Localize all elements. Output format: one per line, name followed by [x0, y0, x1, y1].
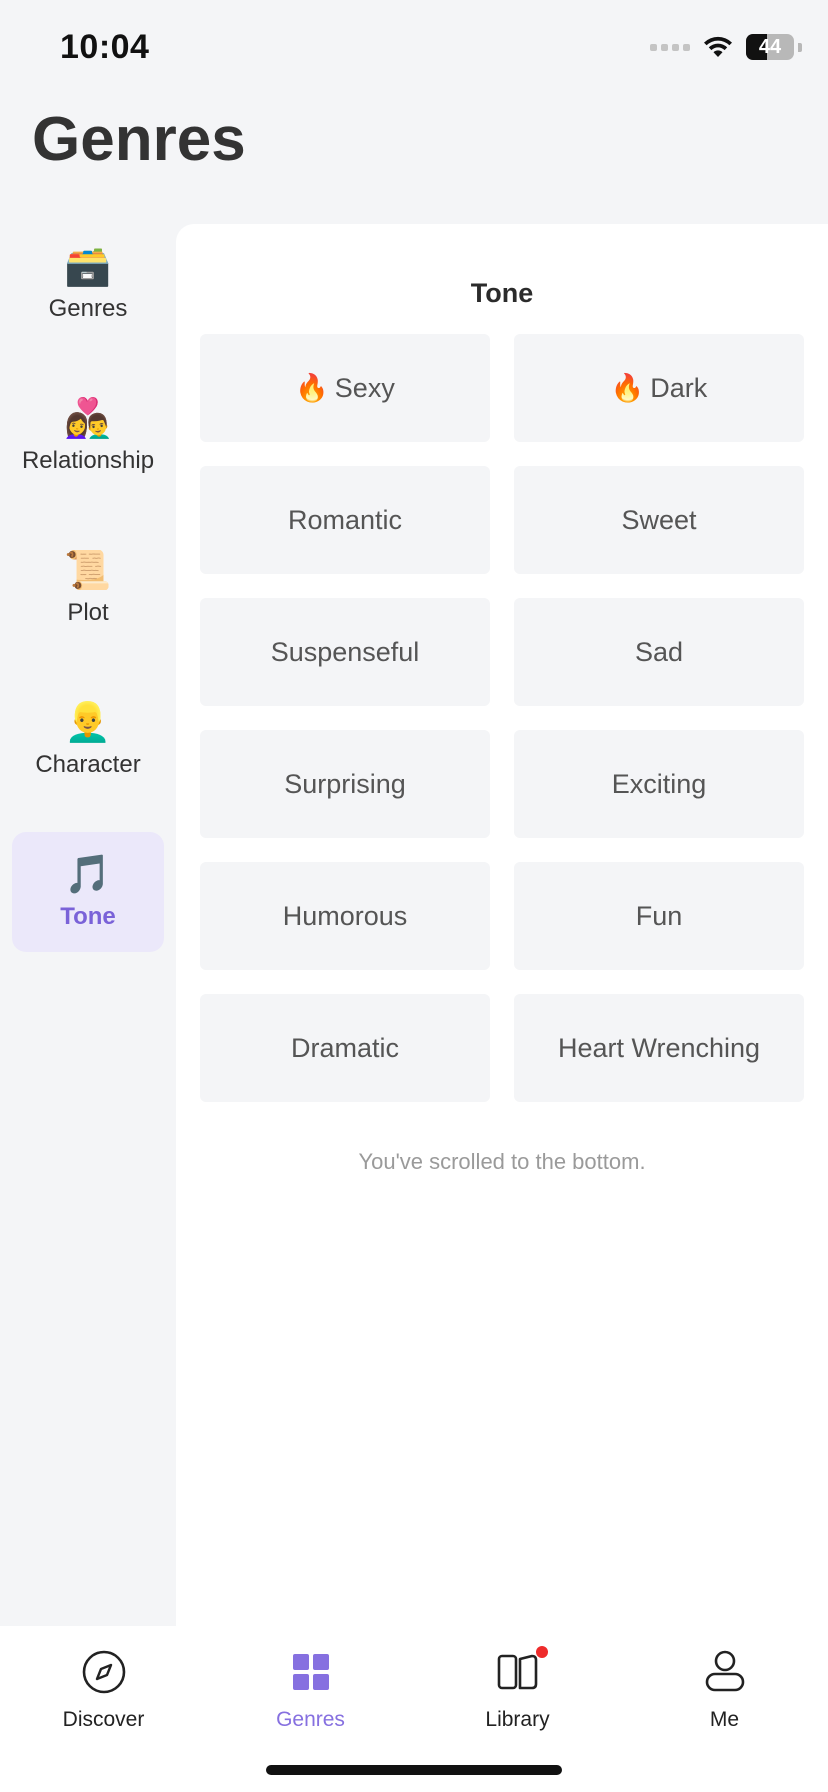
tone-option-humorous[interactable]: Humorous — [200, 862, 490, 970]
page-title: Genres — [32, 105, 246, 174]
tone-option-fun[interactable]: Fun — [514, 862, 804, 970]
sidebar-item-label: Tone — [60, 903, 116, 930]
tab-discover[interactable]: Discover — [0, 1644, 207, 1754]
tone-option-suspenseful[interactable]: Suspenseful — [200, 598, 490, 706]
sidebar-item-label: Character — [35, 751, 141, 778]
tone-option-label: Surprising — [284, 768, 406, 799]
signal-icon — [650, 43, 690, 51]
section-title: Tone — [470, 278, 534, 308]
music-note-icon: 🎵 — [64, 854, 112, 896]
tone-option-label: Suspenseful — [270, 636, 420, 667]
tone-option-label: Fun — [635, 900, 683, 931]
sidebar-item-relationship[interactable]: 👩‍❤️‍👨 Relationship — [12, 376, 164, 496]
sidebar-item-label: Relationship — [21, 447, 155, 474]
compass-icon — [80, 1648, 128, 1696]
tone-option-label: Dramatic — [290, 1032, 399, 1063]
fire-icon: 🔥 — [610, 373, 645, 403]
tone-options-grid: 🔥 Sexy 🔥 Dark Romantic Sweet Suspenseful… — [200, 334, 804, 1102]
sidebar-item-plot[interactable]: 📜 Plot — [12, 528, 164, 648]
tone-option-label: Exciting — [611, 768, 707, 799]
tab-label: Genres — [276, 1708, 345, 1731]
status-bar: 10:04 44 — [0, 0, 828, 100]
home-indicator[interactable] — [266, 1765, 562, 1775]
tone-option-dramatic[interactable]: Dramatic — [200, 994, 490, 1102]
battery-level-text: 44 — [758, 35, 782, 58]
book-icon — [494, 1646, 548, 1696]
tab-label: Library — [485, 1708, 550, 1731]
tone-option-label: Sad — [634, 636, 684, 667]
grid-icon — [287, 1648, 335, 1696]
status-icons: 44 — [650, 34, 802, 60]
fire-icon: 🔥 — [295, 373, 329, 403]
tab-library[interactable]: Library — [414, 1644, 621, 1754]
tab-label: Discover — [62, 1708, 145, 1731]
wifi-icon — [702, 35, 734, 59]
tone-panel: Tone 🔥 Sexy 🔥 Dark Romantic Sweet Suspen… — [176, 224, 828, 1626]
sidebar-item-tone[interactable]: 🎵 Tone — [12, 832, 164, 952]
scroll-icon: 📜 — [64, 550, 112, 592]
battery-icon: 44 — [746, 34, 802, 60]
end-of-list-note: You've scrolled to the bottom. — [358, 1149, 646, 1174]
tone-option-dark[interactable]: 🔥 Dark — [514, 334, 804, 442]
sidebar-item-genres[interactable]: 🗃️ Genres — [12, 224, 164, 344]
tone-option-sweet[interactable]: Sweet — [514, 466, 804, 574]
tone-option-sexy[interactable]: 🔥 Sexy — [200, 334, 490, 442]
notification-badge — [535, 1646, 548, 1658]
person-icon — [701, 1648, 749, 1696]
tone-option-surprising[interactable]: Surprising — [200, 730, 490, 838]
tone-option-label: Romantic — [287, 504, 403, 535]
tone-option-sad[interactable]: Sad — [514, 598, 804, 706]
tone-option-heart-wrenching[interactable]: Heart Wrenching — [514, 994, 804, 1102]
person-blond-icon: 👱‍♂️ — [64, 702, 112, 744]
sidebar-item-label: Plot — [67, 599, 109, 626]
tab-genres[interactable]: Genres — [207, 1644, 414, 1754]
sidebar-item-label: Genres — [48, 295, 128, 322]
couple-with-heart-icon: 👩‍❤️‍👨 — [64, 398, 112, 440]
tone-option-exciting[interactable]: Exciting — [514, 730, 804, 838]
tab-label: Me — [709, 1708, 740, 1731]
tab-me[interactable]: Me — [621, 1644, 828, 1754]
sidebar-item-character[interactable]: 👱‍♂️ Character — [12, 680, 164, 800]
tone-option-label: Sweet — [621, 504, 697, 535]
tone-option-label: Humorous — [282, 900, 408, 931]
tone-option-label: Sexy — [334, 372, 395, 403]
status-time: 10:04 — [60, 28, 150, 66]
tone-option-label: Dark — [650, 372, 708, 403]
tone-option-label: Heart Wrenching — [557, 1032, 761, 1063]
tone-option-romantic[interactable]: Romantic — [200, 466, 490, 574]
card-file-box-icon: 🗃️ — [64, 246, 112, 288]
